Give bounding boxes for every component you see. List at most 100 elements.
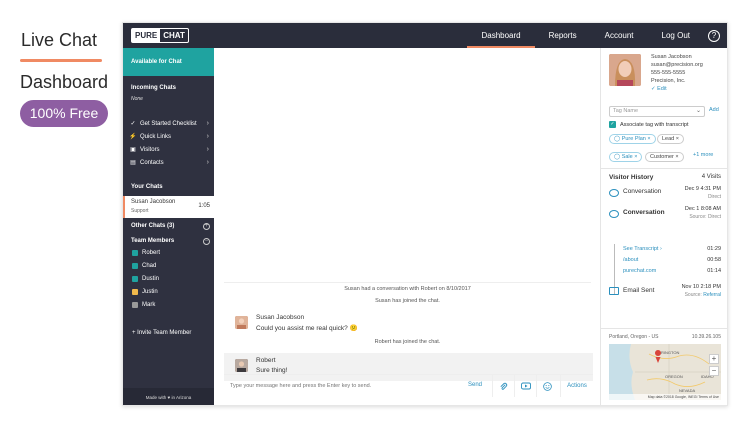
send-button[interactable]: Send <box>468 382 482 388</box>
zoom-out-button[interactable]: − <box>709 366 719 376</box>
incoming-chats-empty: None <box>131 96 143 102</box>
lightning-icon: ⚡ <box>129 134 137 140</box>
chevron-down-icon: ⌄ <box>695 108 701 114</box>
message-text: Sure thing! <box>256 367 288 374</box>
expand-plus-icon[interactable]: + <box>203 223 210 230</box>
avatar <box>235 359 248 372</box>
emoji-icon[interactable] <box>536 375 558 397</box>
duration: 01:29 <box>707 246 721 252</box>
tag-name-select[interactable]: Tag Name ⌄ <box>609 106 705 117</box>
message-author: Robert <box>256 357 276 364</box>
history-row[interactable]: Conversation Dec 1 8:08 AM Source: Direc… <box>609 206 721 224</box>
history-row[interactable]: Email Sent Nov 10 2:18 PM Source: Referr… <box>609 284 721 302</box>
nav-reports[interactable]: Reports <box>535 23 591 48</box>
map-label: NEVADA <box>679 388 696 393</box>
purechat-logo[interactable]: PURE CHAT <box>131 28 189 43</box>
location-map[interactable]: RINGTON OREGON IDAHO NEVADA + − Map data… <box>609 344 721 400</box>
status-square-icon <box>132 250 138 256</box>
paperclip-icon[interactable] <box>492 375 514 397</box>
chat-bubble-icon <box>609 189 619 197</box>
divider <box>224 282 591 283</box>
active-chat-item[interactable]: Susan Jacobson Support 1:05 <box>123 196 214 218</box>
divider <box>601 168 727 169</box>
sidebar-item-quick-links[interactable]: ⚡ Quick Links › <box>128 131 211 142</box>
sidebar-item-contacts[interactable]: ▤ Contacts › <box>128 157 211 168</box>
chevron-right-icon: › <box>206 133 209 140</box>
system-message: Susan had a conversation with Robert on … <box>344 286 471 292</box>
collapse-minus-icon[interactable]: − <box>203 238 210 245</box>
contact-company: Precision, Inc. <box>651 78 686 84</box>
map-label: OREGON <box>665 374 683 379</box>
contact-avatar <box>609 54 641 86</box>
other-chats-heading[interactable]: Other Chats (3) <box>131 223 174 229</box>
ip-address: 10.39.26.105 <box>691 334 721 340</box>
contact-email: susan@precision.org <box>651 62 703 68</box>
availability-toggle[interactable]: Available for Chat <box>123 48 214 76</box>
team-member[interactable]: Justin <box>132 289 158 295</box>
location-city: Portland, Oregon - US <box>609 334 659 340</box>
nav-account[interactable]: Account <box>591 23 648 48</box>
sidebar-item-visitors[interactable]: ▣ Visitors › <box>128 144 211 155</box>
check-icon: ✓ <box>130 121 136 127</box>
main-nav: Dashboard Reports Account Log Out ? <box>467 23 727 48</box>
invite-team-member-link[interactable]: + Invite Team Member <box>132 330 191 336</box>
associate-tag-checkbox[interactable]: ✓ Associate tag with transcript <box>609 121 688 128</box>
visit-count: 4 Visits <box>701 174 721 180</box>
message-input[interactable] <box>224 378 454 394</box>
tag-chip[interactable]: Lead × <box>657 134 684 144</box>
team-member[interactable]: Mark <box>132 302 155 308</box>
system-message: Susan has joined the chat. <box>375 298 440 304</box>
edit-contact-link[interactable]: ✓ Edit <box>651 86 667 92</box>
tag-chip[interactable]: ◯ Pure Plan × <box>609 134 656 144</box>
app-window: PURE CHAT Dashboard Reports Account Log … <box>122 22 728 406</box>
contact-name: Susan Jacobson <box>651 54 692 60</box>
duration: 01:14 <box>707 268 721 274</box>
zoom-in-button[interactable]: + <box>709 354 719 364</box>
history-row[interactable]: Conversation Dec 9 4:31 PM Direct <box>609 186 721 202</box>
map-label: RINGTON <box>661 350 680 355</box>
chat-message: Susan Jacobson Could you assist me real … <box>224 310 593 338</box>
page-link[interactable]: purechat.com <box>623 268 656 274</box>
chevron-right-icon: › <box>206 159 209 166</box>
status-square-icon <box>132 263 138 269</box>
actions-button[interactable]: Actions <box>560 375 593 397</box>
team-member[interactable]: Chad <box>132 263 156 269</box>
more-tags-link[interactable]: +1 more <box>693 152 713 158</box>
chat-bubble-icon <box>609 210 619 218</box>
status-square-icon <box>132 276 138 282</box>
incoming-chats-heading: Incoming Chats <box>131 85 177 91</box>
contact-phone: 555-555-5555 <box>651 70 686 76</box>
visitor-history-title: Visitor History <box>609 174 654 181</box>
status-square-icon <box>132 289 138 295</box>
add-tag-button[interactable]: Add <box>709 107 719 113</box>
visitors-icon: ▣ <box>130 147 136 153</box>
contacts-icon: ▤ <box>130 160 136 166</box>
video-icon[interactable] <box>514 375 536 397</box>
email-icon <box>609 287 619 295</box>
sidebar-item-checklist[interactable]: ✓ Get Started Checklist › <box>128 118 211 129</box>
location-header: Portland, Oregon - US 10.39.26.105 <box>609 334 721 340</box>
team-member[interactable]: Dustin <box>132 276 159 282</box>
duration: 00:58 <box>707 257 721 263</box>
help-icon[interactable]: ? <box>708 29 720 42</box>
nav-logout[interactable]: Log Out <box>648 23 704 48</box>
message-text: Could you assist me real quick? 😕 <box>256 325 358 332</box>
page-link[interactable]: /about <box>623 257 638 263</box>
tag-chip[interactable]: ◯ Sale × <box>609 152 643 162</box>
divider <box>601 328 727 329</box>
status-square-icon <box>132 302 138 308</box>
chat-visitor-name: Susan Jacobson <box>131 199 176 205</box>
system-message: Robert has joined the chat. <box>374 339 441 345</box>
promo-panel: Live Chat Dashboard 100% Free <box>0 0 122 422</box>
your-chats-heading: Your Chats <box>131 184 163 190</box>
chevron-right-icon: › <box>206 146 209 153</box>
nav-dashboard[interactable]: Dashboard <box>467 23 535 48</box>
made-with-footer: Made with ♥ in Arizona <box>123 388 214 405</box>
tag-chip[interactable]: Customer × <box>645 152 684 162</box>
checkbox-checked-icon: ✓ <box>609 121 616 128</box>
chat-duration: 1:05 <box>198 203 210 209</box>
team-member[interactable]: Robert <box>132 250 160 256</box>
promo-title: Live Chat <box>21 30 98 50</box>
see-transcript-link[interactable]: See Transcript › <box>623 246 662 252</box>
visitor-details-panel: Susan Jacobson susan@precision.org 555-5… <box>601 48 727 405</box>
